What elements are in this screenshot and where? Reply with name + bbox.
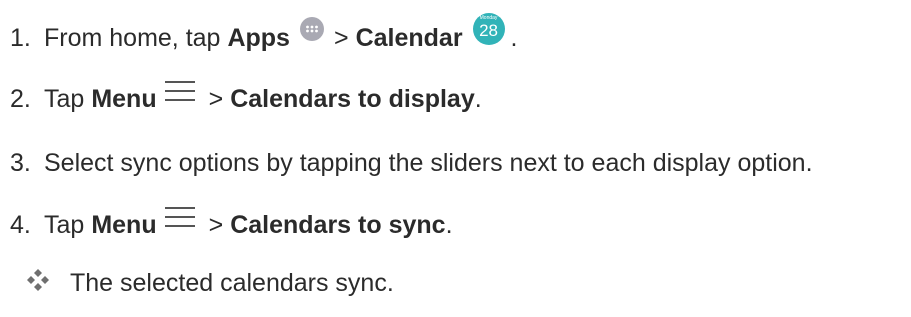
step-number: 4. <box>10 211 31 239</box>
calendar-label: Calendar <box>355 24 463 52</box>
step-2: 2. Tap Menu > Calendars to display . <box>10 81 482 114</box>
step-3: 3. Select sync options by tapping the sl… <box>10 148 813 178</box>
step-end: . <box>445 211 453 239</box>
menu-label: Menu <box>91 85 157 113</box>
step-1: 1. From home, tap Apps > Calendar Monday… <box>10 13 518 54</box>
step-end: . <box>474 85 482 113</box>
calendar-app-icon: Monday 28 <box>472 13 505 45</box>
result-text: The selected calendars sync. <box>70 269 394 297</box>
hamburger-menu-icon <box>164 79 195 103</box>
step-number: 2. <box>10 85 31 113</box>
separator: > <box>333 24 349 52</box>
result-bullet: The selected calendars sync. <box>26 268 394 298</box>
step-text: Select sync options by tapping the slide… <box>44 149 813 177</box>
calendar-icon-day: 28 <box>479 21 498 40</box>
step-end: . <box>510 24 518 52</box>
step-text: From home, tap <box>44 24 221 52</box>
step-number: 1. <box>10 24 31 52</box>
apps-label: Apps <box>227 24 290 52</box>
four-diamond-bullet-icon <box>26 268 50 292</box>
menu-label: Menu <box>91 211 157 239</box>
calendars-to-sync-label: Calendars to sync <box>230 211 446 239</box>
step-number: 3. <box>10 149 31 177</box>
hamburger-menu-icon <box>164 205 195 229</box>
calendars-to-display-label: Calendars to display <box>230 85 475 113</box>
apps-grid-icon <box>299 17 324 41</box>
separator: > <box>208 211 224 239</box>
step-text: Tap <box>44 85 85 113</box>
step-text: Tap <box>44 211 85 239</box>
step-4: 4. Tap Menu > Calendars to sync . <box>10 207 453 240</box>
separator: > <box>208 85 224 113</box>
